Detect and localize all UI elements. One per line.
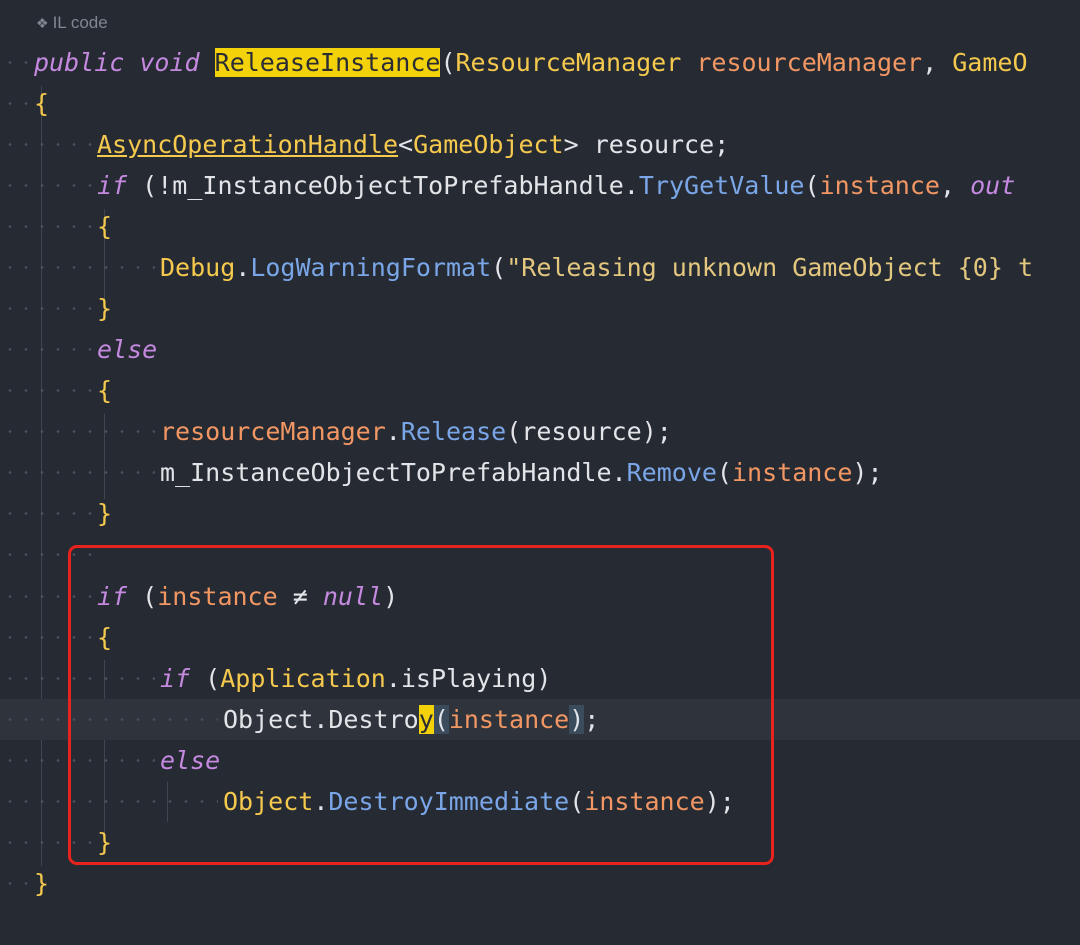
code-line[interactable]: Debug.LogWarningFormat("Releasing unknow…: [0, 247, 1080, 288]
variable[interactable]: resource: [521, 417, 641, 446]
code-line[interactable]: {: [0, 370, 1080, 411]
type-name[interactable]: ResourceManager: [456, 48, 682, 77]
code-line[interactable]: else: [0, 329, 1080, 370]
type-name[interactable]: GameObject: [413, 130, 564, 159]
method-call[interactable]: Release: [401, 417, 506, 446]
code-line[interactable]: }: [0, 493, 1080, 534]
keyword: out: [970, 171, 1016, 200]
code-line[interactable]: if (!m_InstanceObjectToPrefabHandle.TryG…: [0, 165, 1080, 206]
type-name[interactable]: GameO: [952, 48, 1027, 77]
keyword: void: [139, 48, 200, 77]
method-call[interactable]: Remove: [627, 458, 717, 487]
parameter[interactable]: resourceManager: [696, 48, 922, 77]
parameter[interactable]: instance: [732, 458, 852, 487]
code-line[interactable]: m_InstanceObjectToPrefabHandle.Remove(in…: [0, 452, 1080, 493]
il-code-label[interactable]: ❖ IL code: [36, 10, 108, 36]
string-literal: "Releasing unknown GameObject {0} t: [506, 253, 1034, 282]
code-line[interactable]: }: [0, 863, 1080, 904]
field[interactable]: m_InstanceObjectToPrefabHandle: [160, 458, 612, 487]
parameter[interactable]: resourceManager: [160, 417, 386, 446]
method-name-highlighted[interactable]: ReleaseInstance: [214, 48, 441, 77]
code-line[interactable]: AsyncOperationHandle<GameObject> resourc…: [0, 124, 1080, 165]
parameter[interactable]: instance: [820, 171, 940, 200]
keyword: else: [97, 335, 158, 364]
method-call[interactable]: LogWarningFormat: [250, 253, 491, 282]
type-name[interactable]: Debug: [160, 253, 235, 282]
field[interactable]: m_InstanceObjectToPrefabHandle: [172, 171, 624, 200]
code-line[interactable]: {: [0, 206, 1080, 247]
type-name[interactable]: AsyncOperationHandle: [97, 130, 398, 159]
code-line[interactable]: public void ReleaseInstance(ResourceMana…: [0, 42, 1080, 83]
code-editor[interactable]: ❖ IL code public void ReleaseInstance(Re…: [0, 0, 1080, 945]
il-code-text: IL code: [52, 13, 108, 32]
code-line[interactable]: resourceManager.Release(resource);: [0, 411, 1080, 452]
annotation-box: [68, 545, 774, 865]
method-call[interactable]: TryGetValue: [639, 171, 805, 200]
code-line[interactable]: {: [0, 83, 1080, 124]
diamond-icon: ❖: [36, 14, 49, 31]
keyword: public: [34, 48, 125, 77]
variable[interactable]: resource: [594, 130, 714, 159]
code-line[interactable]: }: [0, 288, 1080, 329]
keyword: if: [97, 171, 128, 200]
